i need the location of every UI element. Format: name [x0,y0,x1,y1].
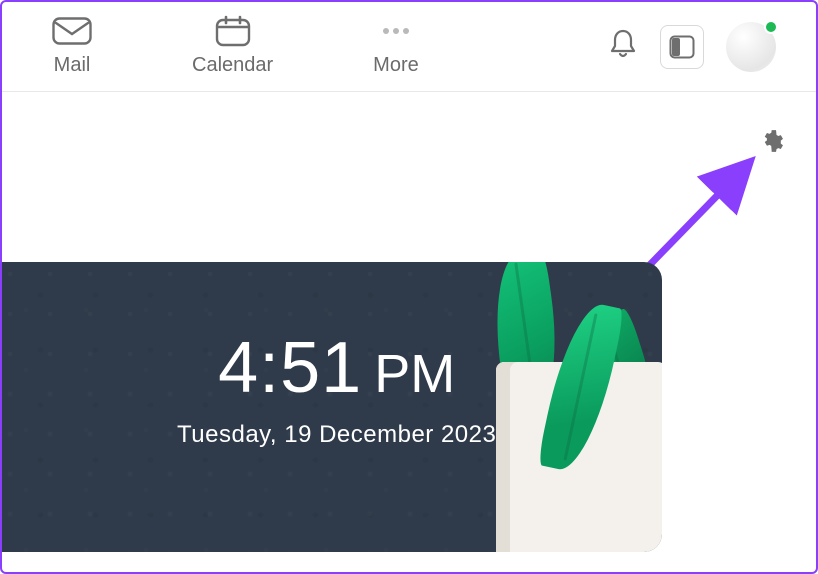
gear-icon [760,128,786,154]
nav-label: More [373,54,419,77]
content-area: 4:51 PM Tuesday, 19 December 2023 [2,92,816,572]
nav-mail[interactable]: Mail [52,16,92,77]
account-avatar[interactable] [726,22,776,72]
top-bar: Mail Calendar [2,2,816,92]
clock-widget[interactable]: 4:51 PM Tuesday, 19 December 2023 [2,262,662,552]
more-icon [376,16,416,46]
panel-icon [669,35,695,59]
nav-calendar[interactable]: Calendar [192,16,273,77]
header-actions [608,22,776,72]
primary-nav: Mail Calendar [52,16,419,77]
clock-ampm: PM [374,343,455,405]
notifications-button[interactable] [608,28,638,65]
settings-button[interactable] [756,124,790,158]
clock-time: 4:51 [218,327,362,409]
nav-label: Calendar [192,54,273,77]
plant-decoration [446,262,662,552]
clock-time-row: 4:51 PM [218,327,455,409]
calendar-icon [213,16,253,46]
sidebar-toggle-button[interactable] [660,25,704,69]
presence-indicator [764,20,778,34]
mail-icon [52,16,92,46]
app-window: Mail Calendar [0,0,818,574]
nav-label: Mail [54,54,91,77]
nav-more[interactable]: More [373,16,419,77]
bell-icon [608,28,638,60]
